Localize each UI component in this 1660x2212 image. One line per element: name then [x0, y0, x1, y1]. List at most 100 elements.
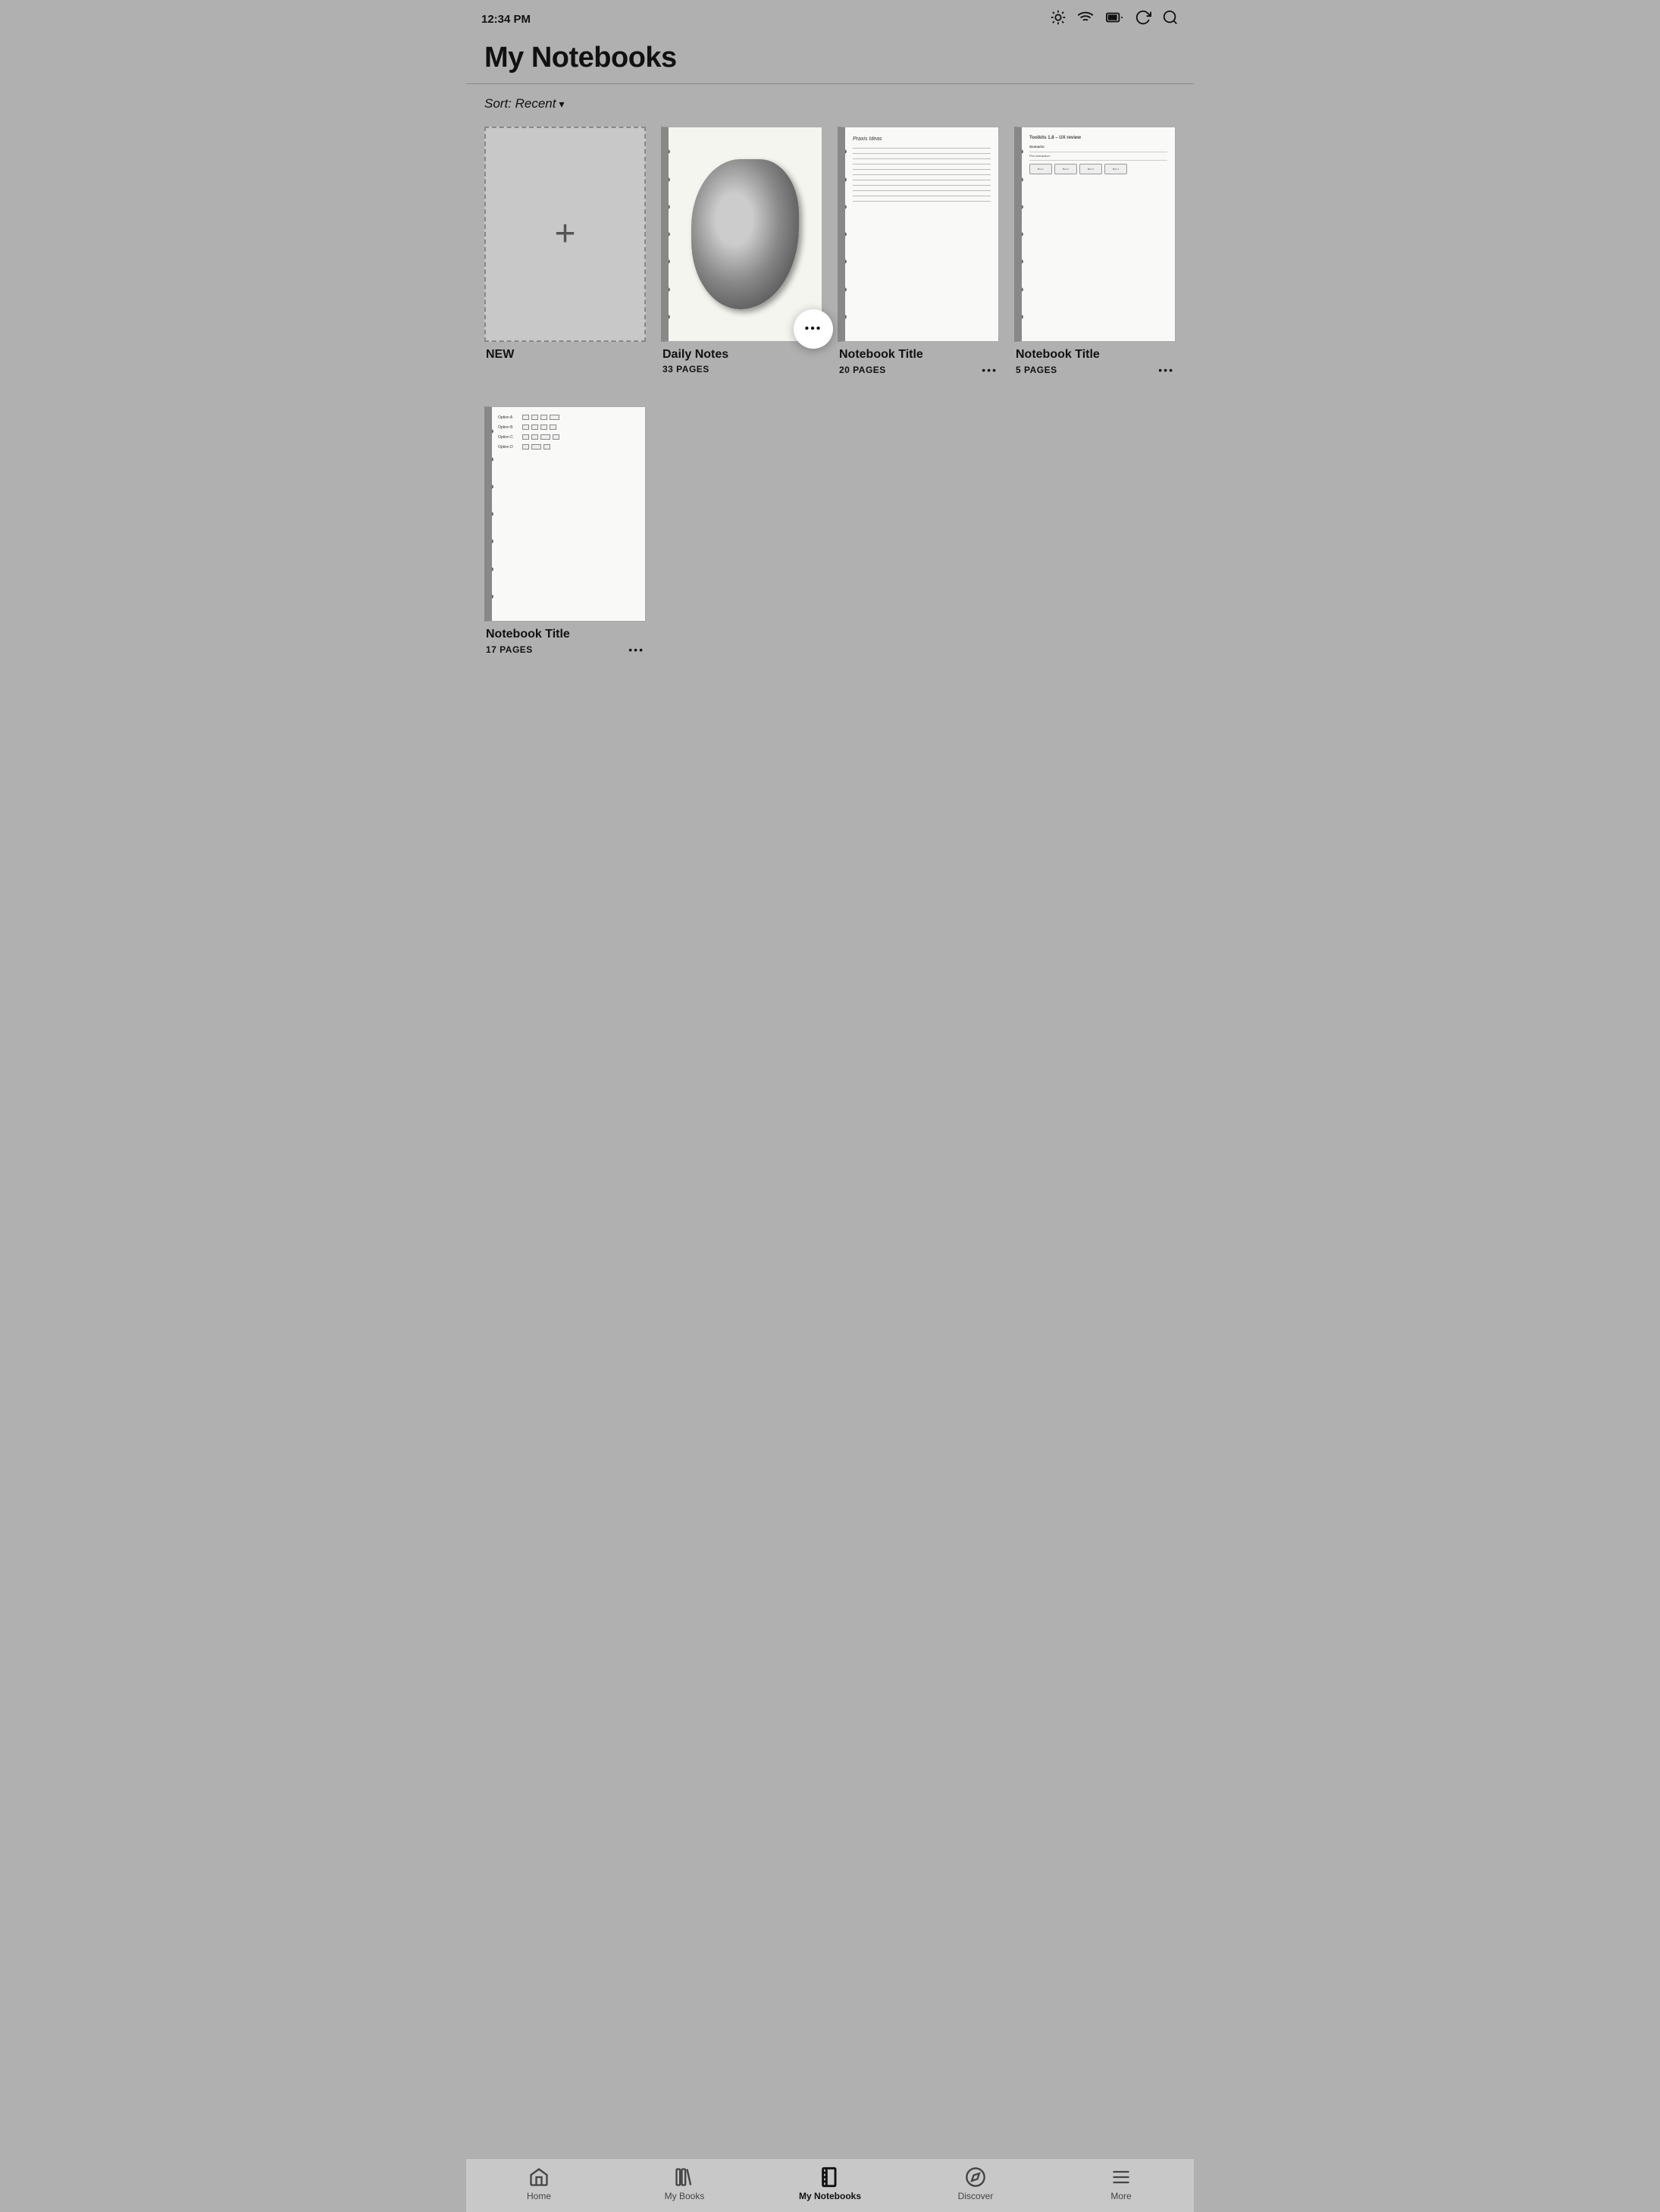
cover-box	[522, 415, 529, 420]
grid-empty-1	[661, 406, 822, 656]
option-label: Option C	[498, 435, 519, 440]
status-time: 12:34 PM	[481, 13, 531, 26]
nav-label-my-books: My Books	[665, 2191, 705, 2201]
notebook-meta-new: NEW	[484, 342, 646, 362]
spiral-ring	[1014, 287, 1023, 293]
discover-icon	[965, 2167, 986, 2188]
spiral-ring	[838, 287, 847, 293]
cover-box	[553, 434, 559, 440]
spiral-rings-4	[484, 407, 492, 621]
more-options-button-4[interactable]: •••	[628, 644, 644, 656]
cover-line	[853, 190, 991, 191]
cover-option-row: Option C	[498, 434, 639, 440]
notebook-name-daily: Daily Notes	[662, 348, 821, 362]
cover-box-wide	[550, 415, 559, 420]
cover-line	[853, 174, 991, 175]
status-icons	[1050, 9, 1179, 30]
cover-text-boxes: Box 1 Box 2 Box 3 Box 4	[1029, 164, 1167, 174]
more-dots-icon: •••	[805, 322, 822, 336]
chevron-down-icon: ▾	[559, 98, 565, 111]
cover-content-daily	[669, 127, 822, 341]
notebook-item-daily[interactable]: Daily Notes 33 PAGES •••	[661, 127, 822, 376]
notebook-grid: + NEW Daily Notes	[466, 127, 1194, 406]
sort-label[interactable]: Sort: Recent	[484, 96, 556, 111]
notebook-item-3[interactable]: Toolkits 1.8 – UX review Scenario: Pen i…	[1014, 127, 1176, 376]
notebook-name-2: Notebook Title	[839, 348, 998, 362]
nav-item-home[interactable]: Home	[466, 2167, 612, 2201]
cover-content-2: Praxis Ideas	[845, 127, 998, 341]
status-bar: 12:34 PM	[466, 0, 1194, 36]
notebook-name-3: Notebook Title	[1016, 348, 1174, 362]
notebook-meta-4: Notebook Title 17 PAGES •••	[484, 622, 646, 656]
cover-text-title: Toolkits 1.8 – UX review	[1029, 135, 1167, 142]
cover-box: Box 2	[1054, 164, 1077, 174]
spiral-ring	[484, 484, 493, 490]
page-title: My Notebooks	[484, 42, 1176, 74]
add-icon: +	[554, 216, 575, 252]
home-icon	[528, 2167, 550, 2188]
more-options-button-2[interactable]: •••	[982, 364, 998, 376]
notebook-name-4: Notebook Title	[486, 628, 644, 641]
cover-box	[531, 434, 538, 440]
notebook-sub-daily: 33 PAGES	[662, 364, 821, 374]
notebook-item-2[interactable]: Praxis Ideas Notebook Title 2	[838, 127, 999, 376]
grid-empty-3	[1014, 406, 1176, 656]
nav-label-home: Home	[527, 2191, 551, 2201]
sort-row[interactable]: Sort: Recent ▾	[466, 84, 1194, 127]
nav-item-my-books[interactable]: My Books	[612, 2167, 757, 2201]
spiral-rings-2	[838, 127, 845, 341]
more-options-button-daily[interactable]: •••	[794, 309, 833, 349]
spiral-rings	[661, 127, 669, 341]
notebook-grid-row2: Option A Option B	[466, 406, 1194, 686]
option-boxes	[522, 444, 550, 450]
notebook-pages-2: 20 PAGES	[839, 365, 886, 375]
cover-box: Box 4	[1104, 164, 1127, 174]
cover-box	[531, 415, 538, 420]
nav-item-more[interactable]: More	[1048, 2167, 1194, 2201]
wifi-icon	[1077, 9, 1094, 30]
more-icon	[1110, 2167, 1132, 2188]
cover-box	[522, 434, 529, 440]
nav-item-discover[interactable]: Discover	[903, 2167, 1048, 2201]
spiral-rings-3	[1014, 127, 1022, 341]
cover-option-row: Option A	[498, 415, 639, 420]
cover-box	[522, 444, 529, 450]
spiral-ring	[838, 177, 847, 183]
spiral-ring	[1014, 177, 1023, 183]
spiral-ring	[661, 287, 670, 293]
bottom-nav: Home My Books My Notebooks Discover	[466, 2158, 1194, 2212]
cover-content-4: Option A Option B	[492, 407, 645, 621]
cover-line	[853, 148, 991, 149]
cover-box	[531, 425, 538, 430]
more-options-button-3[interactable]: •••	[1158, 364, 1174, 376]
search-icon[interactable]	[1162, 9, 1179, 30]
cover-line	[853, 169, 991, 170]
cover-box	[540, 415, 547, 420]
nav-item-my-notebooks[interactable]: My Notebooks	[757, 2167, 903, 2201]
notebook-sub-4: 17 PAGES •••	[486, 644, 644, 656]
spiral-ring	[838, 204, 847, 210]
notebook-cover-4: Option A Option B	[484, 406, 646, 622]
option-label: Option D	[498, 445, 519, 450]
cover-box: Box 3	[1079, 164, 1102, 174]
grid-empty-2	[838, 406, 999, 656]
option-boxes	[522, 434, 559, 440]
notebook-item-4[interactable]: Option A Option B	[484, 406, 646, 656]
cover-line-title: Praxis Ideas	[853, 136, 991, 142]
option-boxes	[522, 415, 559, 420]
cover-content-3: Toolkits 1.8 – UX review Scenario: Pen i…	[1022, 127, 1175, 341]
option-boxes	[522, 425, 556, 430]
notebook-cover-3: Toolkits 1.8 – UX review Scenario: Pen i…	[1014, 127, 1176, 342]
notebook-pages-4: 17 PAGES	[486, 644, 533, 655]
notebook-sub-2: 20 PAGES •••	[839, 364, 998, 376]
cover-box-wide	[540, 434, 550, 440]
spiral-ring	[1014, 314, 1023, 320]
notebook-item-new[interactable]: + NEW	[484, 127, 646, 376]
notebook-cover-new[interactable]: +	[484, 127, 646, 342]
cover-line	[853, 201, 991, 202]
books-icon	[674, 2167, 695, 2188]
battery-icon	[1104, 9, 1124, 30]
nav-label-my-notebooks: My Notebooks	[799, 2191, 861, 2201]
sync-icon	[1135, 9, 1151, 30]
cover-option-row: Option B	[498, 425, 639, 430]
